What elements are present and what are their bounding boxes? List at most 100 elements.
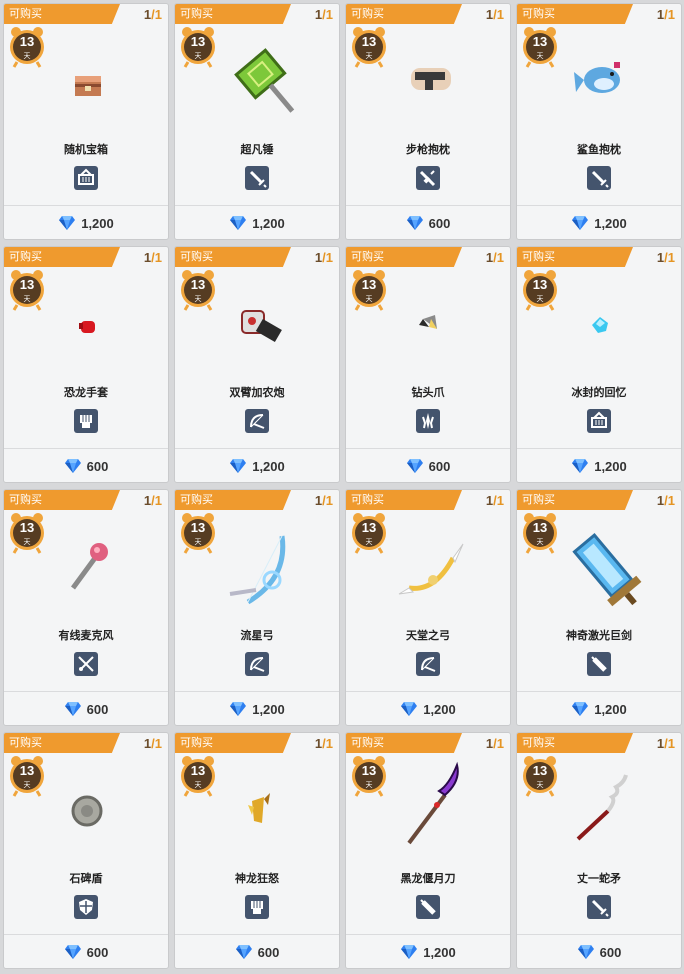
shop-item-card[interactable]: 可购买 1/1 13 天 天堂之弓 1,200 — [345, 489, 511, 726]
purchasable-tag: 可购买 — [346, 733, 462, 753]
diamond-icon — [230, 459, 247, 473]
price-value: 1,200 — [594, 215, 627, 231]
diamond-icon — [235, 945, 252, 959]
purchase-limit: 1/1 — [486, 6, 504, 23]
shop-item-card[interactable]: 可购买 1/1 13 天 黑龙偃月刀 1,200 — [345, 732, 511, 969]
item-art — [379, 275, 479, 375]
item-name: 恐龙手套 — [64, 387, 108, 399]
price-value: 1,200 — [594, 701, 627, 717]
shop-item-card[interactable]: 可购买 1/1 13 天 石碑盾 600 — [3, 732, 169, 969]
buy-price-button[interactable]: 600 — [175, 935, 339, 968]
stock-max: 1 — [667, 736, 675, 751]
stock-max: 1 — [154, 493, 162, 508]
buy-price-button[interactable]: 1,200 — [175, 449, 339, 482]
diamond-icon — [401, 945, 418, 959]
buy-price-button[interactable]: 600 — [4, 692, 168, 725]
shop-item-card[interactable]: 可购买 1/1 13 天 神龙狂怒 600 — [174, 732, 340, 969]
snake-spear-icon — [576, 774, 628, 841]
shield-icon — [79, 899, 93, 915]
purchasable-tag-label: 可购买 — [180, 737, 213, 749]
buy-price-button[interactable]: 1,200 — [346, 692, 510, 725]
shop-item-card[interactable]: 可购买 1/1 13 天 双臂加农炮 1,200 — [174, 246, 340, 483]
ice-gem-icon — [592, 317, 608, 333]
purchasable-tag-label: 可购买 — [9, 737, 42, 749]
purchasable-tag-label: 可购买 — [9, 251, 42, 263]
shop-item-card[interactable]: 可购买 1/1 13 天 超凡锤 1,200 — [174, 3, 340, 240]
price-value: 1,200 — [252, 215, 285, 231]
shop-item-grid: 可购买 1/1 13 天 随机宝箱 1,200 可购买 1/1 13 天 超凡锤… — [3, 3, 682, 969]
glaive-icon — [407, 761, 459, 845]
item-art — [37, 518, 137, 618]
item-type-badge — [74, 409, 98, 433]
shop-item-card[interactable]: 可购买 1/1 13 天 鲨鱼抱枕 1,200 — [516, 3, 682, 240]
dragon-claw-icon — [248, 793, 270, 823]
purchasable-tag-label: 可购买 — [351, 251, 384, 263]
shop-item-card[interactable]: 可购买 1/1 13 天 流星弓 1,200 — [174, 489, 340, 726]
purchasable-tag: 可购买 — [175, 4, 291, 24]
item-type-badge — [416, 166, 440, 190]
buy-price-button[interactable]: 1,200 — [175, 692, 339, 725]
purchasable-tag-label: 可购买 — [9, 494, 42, 506]
item-art — [208, 761, 308, 861]
diamond-icon — [406, 216, 423, 230]
price-value: 600 — [257, 944, 280, 960]
purchasable-tag-label: 可购买 — [180, 251, 213, 263]
buy-price-button[interactable]: 600 — [517, 935, 681, 968]
gun-pillow-icon — [411, 68, 451, 90]
buy-price-button[interactable]: 600 — [346, 206, 510, 239]
fist-icon — [251, 901, 263, 914]
purchasable-tag-label: 可购买 — [9, 8, 42, 20]
shop-item-card[interactable]: 可购买 1/1 13 天 钻头爪 600 — [345, 246, 511, 483]
stock-max: 1 — [325, 493, 333, 508]
item-type-badge — [587, 166, 611, 190]
buy-price-button[interactable]: 600 — [4, 449, 168, 482]
diamond-icon — [59, 216, 76, 230]
shop-item-card[interactable]: 可购买 1/1 13 天 步枪抱枕 600 — [345, 3, 511, 240]
diamond-icon — [64, 945, 81, 959]
item-name: 步枪抱枕 — [406, 144, 450, 156]
item-art — [379, 761, 479, 861]
stock-max: 1 — [154, 736, 162, 751]
purchase-limit: 1/1 — [144, 249, 162, 266]
stock-max: 1 — [667, 250, 675, 265]
stock-max: 1 — [154, 7, 162, 22]
item-art — [550, 761, 650, 861]
shop-item-card[interactable]: 可购买 1/1 13 天 随机宝箱 1,200 — [3, 3, 169, 240]
bow-icon — [250, 414, 265, 429]
greatsword-icon — [591, 656, 607, 672]
shark-pillow-icon — [574, 62, 620, 93]
drill-icon — [419, 315, 437, 329]
stock-max: 1 — [496, 7, 504, 22]
buy-price-button[interactable]: 600 — [346, 449, 510, 482]
item-type-badge — [587, 409, 611, 433]
buy-price-button[interactable]: 1,200 — [175, 206, 339, 239]
item-art — [37, 761, 137, 861]
purchasable-tag: 可购买 — [346, 4, 462, 24]
shop-item-card[interactable]: 可购买 1/1 13 天 丈一蛇矛 600 — [516, 732, 682, 969]
item-art — [550, 32, 650, 132]
item-art — [208, 518, 308, 618]
item-type-badge — [74, 166, 98, 190]
item-type-badge — [245, 166, 269, 190]
purchasable-tag: 可购买 — [517, 4, 633, 24]
shop-item-card[interactable]: 可购买 1/1 13 天 神奇激光巨剑 1,200 — [516, 489, 682, 726]
item-art — [37, 32, 137, 132]
item-type-badge — [74, 652, 98, 676]
purchasable-tag: 可购买 — [346, 247, 462, 267]
item-art — [379, 32, 479, 132]
diamond-icon — [406, 459, 423, 473]
shop-item-card[interactable]: 可购买 1/1 13 天 恐龙手套 600 — [3, 246, 169, 483]
item-name: 冰封的回忆 — [571, 387, 627, 399]
fist-icon — [80, 415, 92, 428]
stock-max: 1 — [325, 736, 333, 751]
shop-item-card[interactable]: 可购买 1/1 13 天 有线麦克风 600 — [3, 489, 169, 726]
buy-price-button[interactable]: 1,200 — [517, 692, 681, 725]
diamond-icon — [572, 702, 589, 716]
buy-price-button[interactable]: 1,200 — [517, 449, 681, 482]
buy-price-button[interactable]: 1,200 — [4, 206, 168, 239]
buy-price-button[interactable]: 1,200 — [346, 935, 510, 968]
shop-item-card[interactable]: 可购买 1/1 13 天 冰封的回忆 1,200 — [516, 246, 682, 483]
purchasable-tag: 可购买 — [517, 247, 633, 267]
buy-price-button[interactable]: 1,200 — [517, 206, 681, 239]
buy-price-button[interactable]: 600 — [4, 935, 168, 968]
